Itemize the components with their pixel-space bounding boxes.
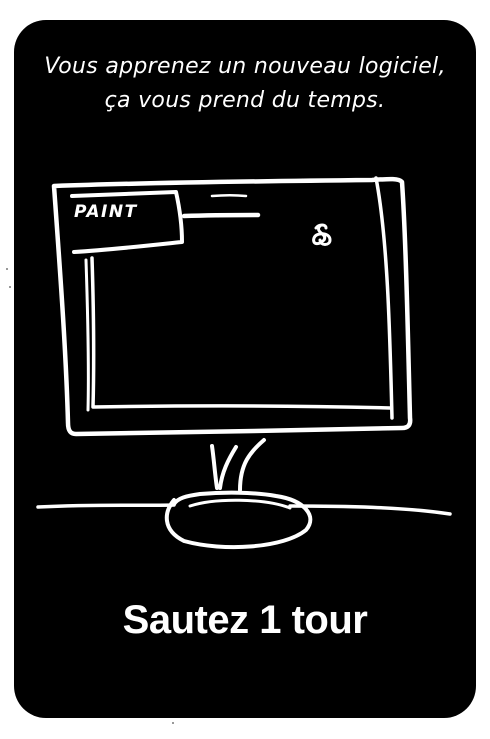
scan-speck [6, 268, 8, 270]
scan-speck [172, 722, 174, 724]
screen-label: PAINT [74, 202, 138, 222]
title-bar-line [181, 212, 261, 219]
desk-line [36, 503, 176, 509]
app-title-box [70, 190, 184, 254]
stand-neck [210, 444, 219, 490]
game-card[interactable]: Vous apprenez un nouveau logiciel, ça vo… [14, 20, 476, 718]
scan-speck [9, 286, 11, 288]
screen-border [90, 256, 392, 410]
hourglass-doodle-icon [312, 223, 332, 246]
action-label: Sautez 1 tour [122, 598, 368, 642]
